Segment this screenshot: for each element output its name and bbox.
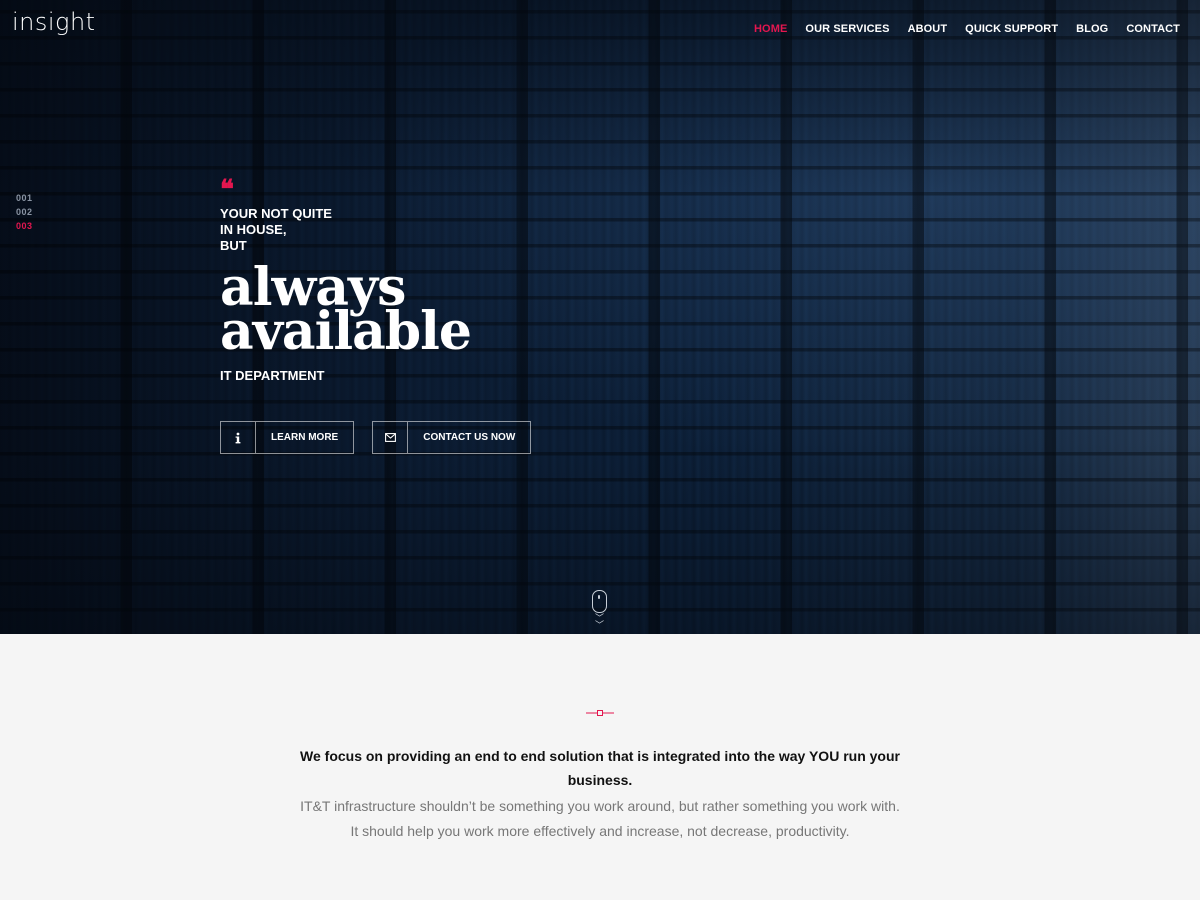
divider-icon [586, 710, 614, 716]
nav-our-services[interactable]: OUR SERVICES [805, 23, 889, 35]
nav-home[interactable]: HOME [754, 23, 787, 35]
info-icon [221, 422, 256, 453]
nav-quick-support[interactable]: QUICK SUPPORT [965, 23, 1058, 35]
description-line-2: It should help you work more effectively… [350, 823, 850, 839]
intro-section: We focus on providing an end to end solu… [0, 634, 1200, 900]
headline-line-2: available [220, 301, 472, 362]
main-nav: HOME OUR SERVICES ABOUT QUICK SUPPORT BL… [754, 23, 1180, 35]
hero-headline: always available [220, 262, 531, 362]
section-description: IT&T infrastructure shouldn’t be somethi… [250, 794, 950, 844]
chevron-down-icon: ﹀ ﹀ [594, 613, 604, 630]
envelope-icon [373, 422, 409, 453]
mouse-icon [592, 590, 607, 613]
logo[interactable]: insight [12, 8, 96, 36]
intro-line-3: BUT [220, 238, 247, 253]
quote-icon: ❝ [220, 175, 234, 205]
hero-content: ❝ YOUR NOT QUITE IN HOUSE, BUT always av… [220, 175, 532, 454]
hero-buttons: LEARN MORE CONTACT US NOW [220, 421, 532, 454]
nav-blog[interactable]: BLOG [1076, 23, 1108, 35]
slide-003[interactable]: 003 [16, 220, 33, 232]
intro-line-2: IN HOUSE, [220, 222, 287, 237]
contact-us-now-label: CONTACT US NOW [423, 432, 516, 443]
learn-more-button[interactable]: LEARN MORE [220, 421, 355, 454]
slide-002[interactable]: 002 [16, 206, 33, 218]
scroll-down-indicator[interactable]: ﹀ ﹀ [592, 590, 607, 630]
hero-subheadline: IT DEPARTMENT [220, 368, 325, 383]
slide-001[interactable]: 001 [16, 192, 33, 204]
description-line-1: IT&T infrastructure shouldn’t be somethi… [300, 798, 900, 814]
slide-indicator: 001 002 003 [16, 192, 33, 232]
hero-section: insight HOME OUR SERVICES ABOUT QUICK SU… [0, 0, 1200, 634]
learn-more-label: LEARN MORE [271, 432, 339, 443]
nav-contact[interactable]: CONTACT [1126, 23, 1180, 35]
intro-line-1: YOUR NOT QUITE [220, 206, 332, 221]
hero-intro: YOUR NOT QUITE IN HOUSE, BUT [220, 206, 531, 254]
contact-us-now-button[interactable]: CONTACT US NOW [372, 421, 532, 454]
focus-statement: We focus on providing an end to end solu… [300, 748, 900, 788]
nav-about[interactable]: ABOUT [908, 23, 948, 35]
